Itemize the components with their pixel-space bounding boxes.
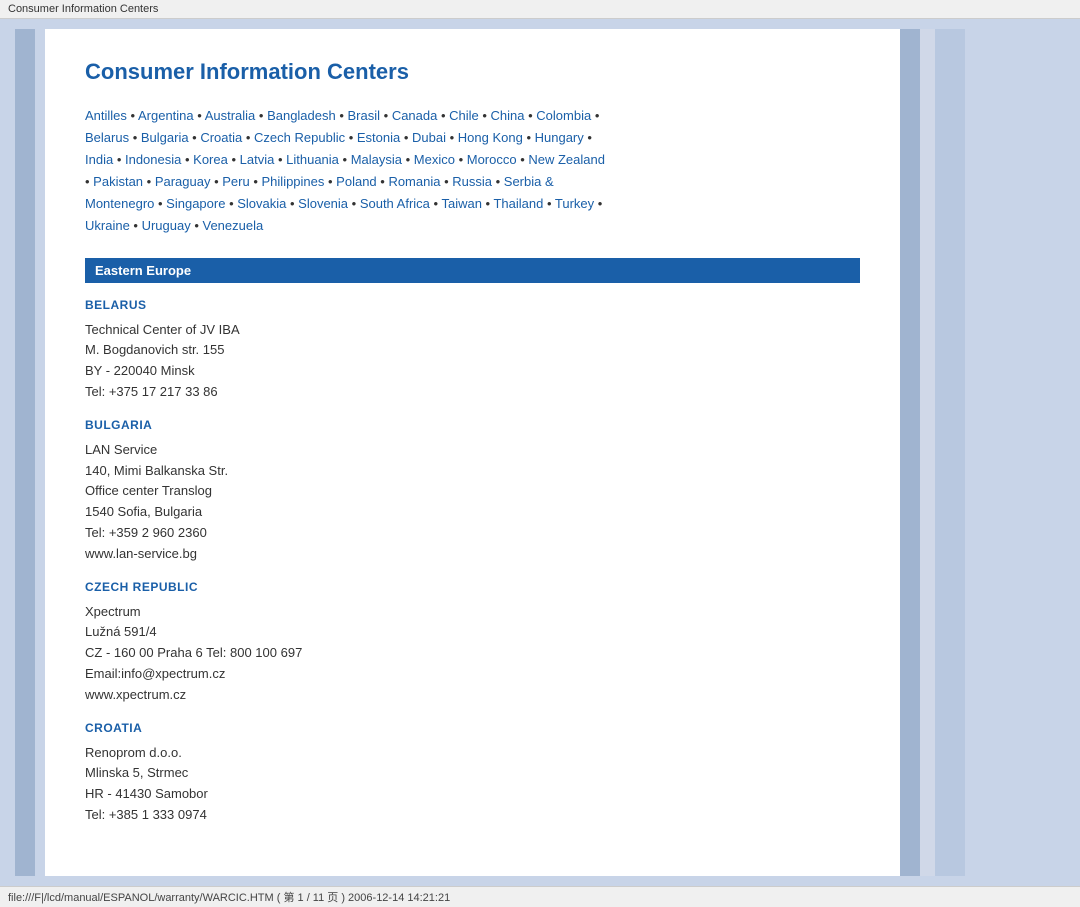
link-argentina[interactable]: Argentina (138, 108, 194, 123)
link-bangladesh[interactable]: Bangladesh (267, 108, 336, 123)
link-colombia[interactable]: Colombia (536, 108, 591, 123)
address-block-bulgaria: LAN Service140, Mimi Balkanska Str.Offic… (85, 440, 860, 565)
title-bar: Consumer Information Centers (0, 0, 1080, 19)
section-header-eastern-europe: Eastern Europe (85, 258, 860, 283)
country-heading-czech-republic: CZECH REPUBLIC (85, 580, 860, 594)
link-india[interactable]: India (85, 152, 113, 167)
right-sidebar-right (935, 29, 965, 876)
link-malaysia[interactable]: Malaysia (351, 152, 402, 167)
link-korea[interactable]: Korea (193, 152, 228, 167)
link-bulgaria[interactable]: Bulgaria (141, 130, 189, 145)
link-latvia[interactable]: Latvia (240, 152, 275, 167)
link-uruguay[interactable]: Uruguay (142, 218, 191, 233)
link-croatia[interactable]: Croatia (200, 130, 242, 145)
page-title: Consumer Information Centers (85, 59, 860, 85)
link-russia[interactable]: Russia (452, 174, 492, 189)
link-singapore[interactable]: Singapore (166, 196, 225, 211)
link-peru[interactable]: Peru (222, 174, 249, 189)
link-brasil[interactable]: Brasil (348, 108, 381, 123)
link-turkey[interactable]: Turkey (555, 196, 594, 211)
link-southafrica[interactable]: South Africa (360, 196, 430, 211)
title-bar-text: Consumer Information Centers (8, 3, 158, 15)
link-ukraine[interactable]: Ukraine (85, 218, 130, 233)
link-czech-republic[interactable]: Czech Republic (254, 130, 345, 145)
link-thailand[interactable]: Thailand (493, 196, 543, 211)
left-sidebar-inner (15, 29, 35, 876)
link-hungary[interactable]: Hungary (535, 130, 584, 145)
country-heading-bulgaria: BULGARIA (85, 418, 860, 432)
link-morocco[interactable]: Morocco (467, 152, 517, 167)
link-paraguay[interactable]: Paraguay (155, 174, 211, 189)
right-sidebar (900, 29, 1080, 876)
link-belarus[interactable]: Belarus (85, 130, 129, 145)
page-wrapper: Consumer Information Centers Antilles • … (0, 19, 1080, 886)
address-block-croatia: Renoprom d.o.o.Mlinska 5, StrmecHR - 414… (85, 743, 860, 826)
link-mexico[interactable]: Mexico (414, 152, 455, 167)
link-canada[interactable]: Canada (392, 108, 438, 123)
links-section: Antilles • Argentina • Australia • Bangl… (85, 105, 860, 238)
link-taiwan[interactable]: Taiwan (441, 196, 481, 211)
address-block-czech-republic: XpectrumLužná 591/4CZ - 160 00 Praha 6 T… (85, 602, 860, 706)
countries-container: BELARUS Technical Center of JV IBAM. Bogd… (85, 298, 860, 826)
link-poland[interactable]: Poland (336, 174, 376, 189)
link-china[interactable]: China (491, 108, 525, 123)
link-hongkong[interactable]: Hong Kong (458, 130, 523, 145)
link-dubai[interactable]: Dubai (412, 130, 446, 145)
right-sidebar-inner (900, 29, 920, 876)
link-chile[interactable]: Chile (449, 108, 479, 123)
link-montenegro[interactable]: Montenegro (85, 196, 154, 211)
country-heading-croatia: CROATIA (85, 721, 860, 735)
link-slovenia[interactable]: Slovenia (298, 196, 348, 211)
link-australia[interactable]: Australia (205, 108, 256, 123)
status-bar: file:///F|/lcd/manual/ESPANOL/warranty/W… (0, 886, 1080, 907)
link-newzealand[interactable]: New Zealand (528, 152, 605, 167)
link-venezuela[interactable]: Venezuela (203, 218, 264, 233)
link-serbia[interactable]: Serbia & (504, 174, 554, 189)
status-bar-text: file:///F|/lcd/manual/ESPANOL/warranty/W… (8, 892, 450, 904)
left-sidebar (0, 29, 45, 876)
country-heading-belarus: BELARUS (85, 298, 860, 312)
link-pakistan[interactable]: Pakistan (93, 174, 143, 189)
address-block-belarus: Technical Center of JV IBAM. Bogdanovich… (85, 320, 860, 403)
link-estonia[interactable]: Estonia (357, 130, 400, 145)
link-antilles[interactable]: Antilles (85, 108, 127, 123)
link-romania[interactable]: Romania (388, 174, 440, 189)
link-philippines[interactable]: Philippines (262, 174, 325, 189)
scrollbar[interactable] (920, 29, 935, 876)
link-slovakia[interactable]: Slovakia (237, 196, 286, 211)
main-content: Consumer Information Centers Antilles • … (45, 29, 900, 876)
link-lithuania[interactable]: Lithuania (286, 152, 339, 167)
link-indonesia[interactable]: Indonesia (125, 152, 181, 167)
